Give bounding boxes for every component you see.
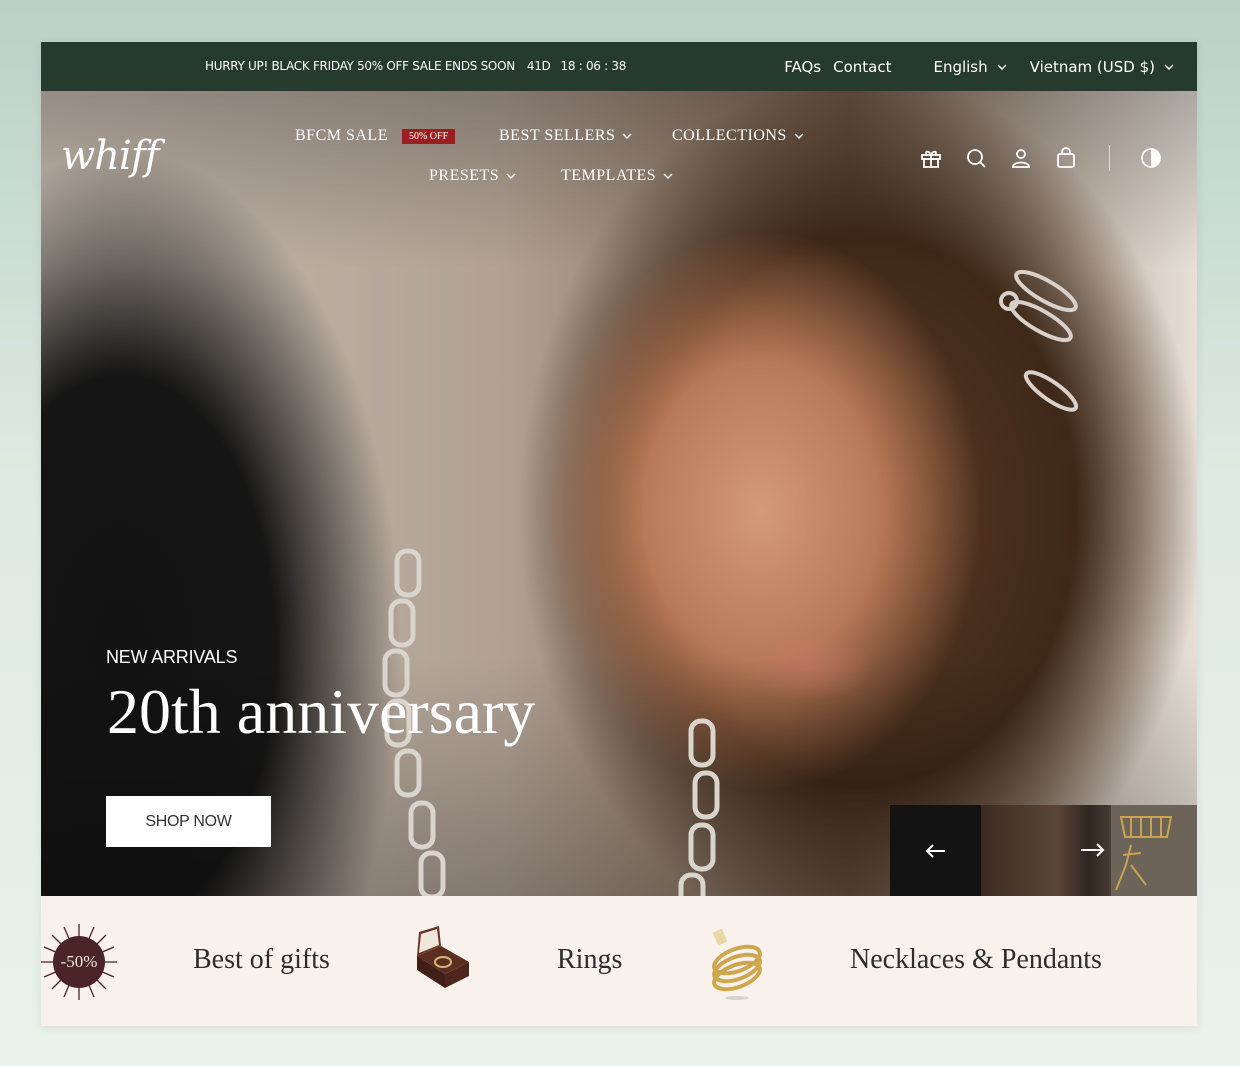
countdown-time: 18 : 06 : 38 bbox=[560, 59, 627, 73]
discount-badge[interactable]: -50% bbox=[41, 922, 119, 1002]
stacked-rings-icon bbox=[712, 928, 762, 1000]
top-links: FAQs Contact English Vietnam (USD $) bbox=[784, 42, 1175, 91]
nav-presets[interactable]: PRESETS bbox=[429, 167, 517, 185]
nav-templates-label: TEMPLATES bbox=[561, 167, 657, 184]
category-necklaces-pendants[interactable]: Necklaces & Pendants bbox=[850, 944, 1102, 976]
nav-best-sellers-label: BEST SELLERS bbox=[499, 127, 616, 144]
faqs-link[interactable]: FAQs bbox=[784, 58, 821, 76]
account-icon[interactable] bbox=[1009, 146, 1033, 170]
logo[interactable]: whiff bbox=[61, 133, 159, 179]
chevron-down-icon bbox=[621, 130, 633, 142]
cart-icon[interactable] bbox=[1054, 146, 1078, 170]
category-strip: -50% Best of gifts Rings Necklaces & Pen… bbox=[41, 896, 1197, 1026]
countdown-days: 41D bbox=[526, 59, 551, 73]
nav-bfcm-sale[interactable]: BFCM SALE 50% OFF bbox=[295, 127, 456, 145]
chevron-down-icon bbox=[662, 170, 674, 182]
contact-link[interactable]: Contact bbox=[833, 58, 891, 76]
nav-collections-label: COLLECTIONS bbox=[672, 127, 787, 144]
search-icon[interactable] bbox=[964, 146, 988, 170]
nav-bfcm-label: BFCM SALE bbox=[295, 127, 388, 144]
nav-templates[interactable]: TEMPLATES bbox=[561, 167, 674, 185]
gift-icon[interactable] bbox=[919, 146, 943, 170]
sale-badge: 50% OFF bbox=[401, 128, 456, 144]
chevron-down-icon bbox=[793, 130, 805, 142]
thumbnail-image bbox=[1081, 805, 1197, 896]
arrow-left-icon bbox=[925, 843, 945, 858]
browser-page: HURRY UP! BLACK FRIDAY 50% OFF SALE ENDS… bbox=[41, 42, 1197, 1026]
discount-badge-label: -50% bbox=[60, 952, 98, 971]
slider-prev-button[interactable] bbox=[890, 805, 981, 896]
promo-text: HURRY UP! BLACK FRIDAY 50% OFF SALE ENDS… bbox=[205, 59, 515, 73]
header-icons bbox=[919, 145, 1163, 171]
hero-title: 20th anniversary bbox=[107, 676, 536, 747]
chevron-down-icon bbox=[996, 61, 1008, 73]
hero-eyebrow: NEW ARRIVALS bbox=[106, 647, 238, 667]
currency-selector[interactable]: Vietnam (USD $) bbox=[1030, 58, 1175, 76]
chevron-down-icon bbox=[1163, 61, 1175, 73]
language-label: English bbox=[933, 57, 988, 76]
nav-presets-label: PRESETS bbox=[429, 167, 500, 184]
hero-image-rings bbox=[999, 269, 1079, 412]
header-divider bbox=[1109, 145, 1110, 171]
shop-now-button[interactable]: SHOP NOW bbox=[106, 796, 271, 847]
theme-toggle-icon[interactable] bbox=[1139, 146, 1163, 170]
category-rings[interactable]: Rings bbox=[557, 944, 622, 976]
language-selector[interactable]: English bbox=[933, 58, 1007, 76]
category-best-of-gifts[interactable]: Best of gifts bbox=[193, 944, 330, 976]
currency-label: Vietnam (USD $) bbox=[1029, 57, 1155, 76]
nav-collections[interactable]: COLLECTIONS bbox=[672, 127, 805, 145]
slider-next-thumbnail[interactable] bbox=[981, 805, 1197, 896]
ring-box-icon bbox=[417, 926, 469, 988]
announcement-bar: HURRY UP! BLACK FRIDAY 50% OFF SALE ENDS… bbox=[41, 42, 1197, 91]
promo-message: HURRY UP! BLACK FRIDAY 50% OFF SALE ENDS… bbox=[205, 42, 626, 91]
nav-best-sellers[interactable]: BEST SELLERS bbox=[499, 127, 633, 145]
hero-banner: whiff BFCM SALE 50% OFF BEST SELLERS COL… bbox=[41, 91, 1197, 896]
chevron-down-icon bbox=[505, 170, 517, 182]
